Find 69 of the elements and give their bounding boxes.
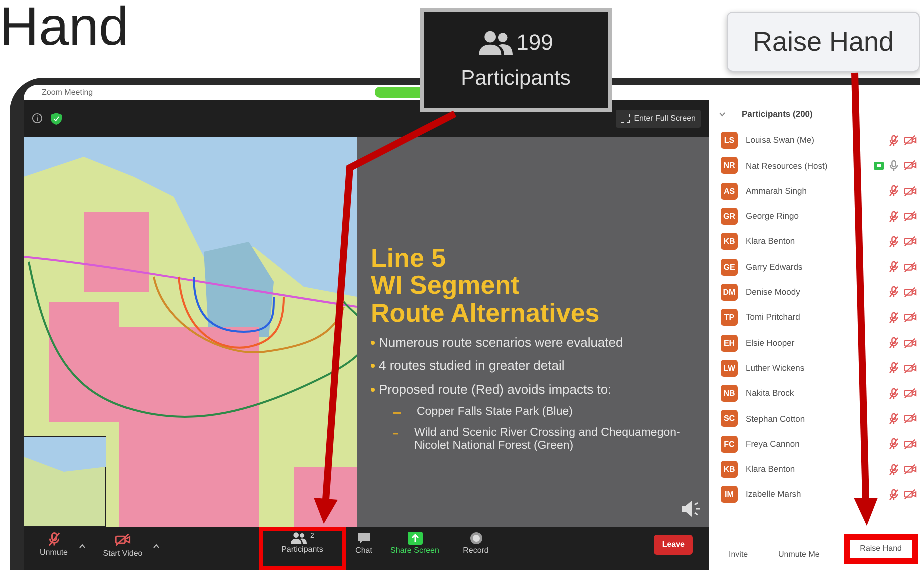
avatar: LW	[721, 360, 738, 377]
toolbar-button[interactable]: Start Video	[93, 527, 153, 570]
participant-name[interactable]: Luther Wickens	[746, 362, 805, 375]
panel-title: Participants (200)	[742, 108, 813, 120]
bullet-text: Wild and Scenic River Crossing and Chequamegon-Nicolet National Forest (Green)	[414, 426, 682, 454]
avatar: EH	[721, 334, 738, 352]
participant-name[interactable]: Klara Benton	[746, 463, 796, 476]
speaker-icon[interactable]	[681, 499, 703, 519]
bullet-text: Copper Falls State Park (Blue)	[417, 406, 573, 419]
avatar: TP	[721, 309, 738, 326]
participant-name[interactable]: Louisa Swan (Me)	[746, 134, 815, 148]
participant-name[interactable]: Garry Edwards	[746, 260, 803, 274]
slide-title: WI Segment	[371, 272, 521, 300]
avatar: AS	[721, 182, 738, 200]
dash-icon	[393, 432, 398, 435]
participant-name[interactable]: Klara Benton	[746, 235, 796, 248]
avatar: NB	[721, 385, 738, 402]
participant-name[interactable]: Denise Moody	[746, 286, 800, 299]
enter-full-screen-button[interactable]: Enter Full Screen	[616, 110, 701, 128]
participant-name[interactable]: Elsie Hooper	[746, 336, 795, 350]
dash-icon	[393, 412, 401, 414]
avatar: KB	[721, 461, 738, 478]
avatar: GR	[721, 208, 738, 226]
participant-name[interactable]: Nat Resources (Host)	[746, 160, 828, 172]
avatar: KB	[721, 233, 738, 250]
participant-name[interactable]: George Ringo	[746, 210, 799, 223]
toolbar-button[interactable]: Unmute	[29, 527, 79, 570]
avatar: SC	[721, 410, 738, 428]
record-icon	[470, 532, 482, 545]
bullet-icon	[371, 340, 375, 345]
toolbar-button[interactable]: Record	[448, 527, 504, 570]
participant-name[interactable]: Tomi Pritchard	[746, 311, 800, 324]
caret-icon[interactable]	[79, 544, 86, 550]
window-title: Zoom Meeting	[42, 86, 94, 98]
slide-title: Route Alternatives	[371, 300, 601, 327]
chat-icon	[357, 532, 371, 545]
share-screen-icon	[408, 532, 422, 545]
avatar: GE	[721, 258, 738, 276]
participant-name[interactable]: Freya Cannon	[746, 438, 800, 451]
toolbar-button[interactable]: Chat	[346, 527, 382, 570]
participant-name[interactable]: Ammarah Singh	[746, 184, 807, 198]
leave-button[interactable]: Leave	[654, 535, 693, 555]
people-icon	[290, 532, 307, 544]
avatar: LS	[721, 132, 738, 150]
bullet-icon	[371, 364, 375, 368]
avatar: FC	[721, 436, 738, 453]
page-heading: Hand	[0, 0, 130, 54]
bullet-text: 4 routes studied in greater detail	[379, 358, 565, 374]
avatar: IM	[721, 486, 738, 504]
bullet-text: Numerous route scenarios were evaluated	[379, 334, 624, 350]
participant-name[interactable]: Stephan Cotton	[746, 412, 806, 426]
slide-title: Line 5	[371, 245, 448, 272]
panel-button[interactable]: Raise Hand	[844, 534, 918, 564]
avatar: DM	[721, 284, 738, 301]
bullet-text: Proposed route (Red) avoids impacts to:	[379, 382, 612, 398]
participant-name[interactable]: Nakita Brock	[746, 387, 794, 400]
chevron-icon[interactable]	[719, 112, 726, 116]
expand-icon	[621, 114, 630, 123]
people-icon	[478, 30, 513, 55]
caret-icon[interactable]	[153, 544, 160, 550]
avatar: NR	[721, 157, 738, 174]
shield-icon[interactable]	[51, 112, 62, 124]
callout-label: Raise Hand	[752, 26, 894, 59]
callout-count: 199	[516, 28, 554, 57]
bullet-icon	[371, 388, 375, 392]
info-icon[interactable]	[32, 113, 43, 124]
toolbar-button[interactable]: Share Screen	[382, 527, 448, 570]
callout-label: Participants	[461, 66, 571, 92]
participant-name[interactable]: Izabelle Marsh	[746, 488, 802, 502]
